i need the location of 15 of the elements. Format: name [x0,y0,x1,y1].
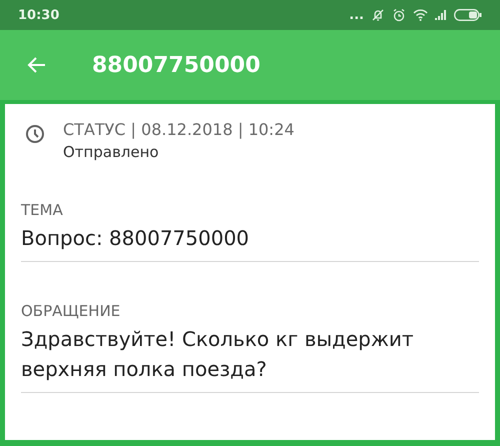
screen-title: 88007750000 [92,52,260,78]
field-value: Вопрос: 88007750000 [21,225,250,252]
alarm-icon [392,8,406,22]
clock-icon [25,124,45,144]
muted-bell-icon [371,8,385,22]
field-label: ТЕМА [21,201,64,219]
wifi-icon [413,9,428,21]
field-value: Здравствуйте! Сколько кг выдержит верхняя полка поезда? [21,326,415,383]
status-value: Отправлено [63,143,160,161]
field-label: ОБРАЩЕНИЕ [21,302,122,320]
more-notifications: ... [349,8,364,22]
clock-time: 10:30 [18,8,60,22]
signal-icon [435,10,447,20]
battery-icon [454,9,482,21]
status-label: СТАТУС | 08.12.2018 | 10:24 [63,120,294,139]
